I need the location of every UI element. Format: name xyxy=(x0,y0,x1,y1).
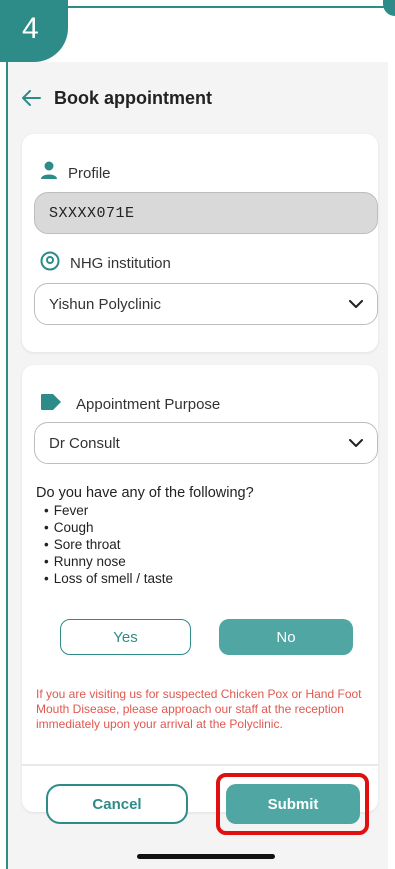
tutorial-frame-top xyxy=(68,6,386,8)
header: Book appointment xyxy=(8,70,388,126)
symptom-item: Cough xyxy=(44,519,376,536)
profile-label-row: Profile xyxy=(40,161,111,185)
purpose-card: Appointment Purpose Dr Consult Do you ha… xyxy=(22,365,378,812)
back-arrow-icon[interactable] xyxy=(20,87,42,109)
tag-icon xyxy=(40,393,62,416)
tutorial-frame-corner xyxy=(383,0,395,16)
purpose-selected-value: Dr Consult xyxy=(49,434,120,452)
submit-button[interactable]: Submit xyxy=(226,784,360,824)
symptom-item: Fever xyxy=(44,502,376,519)
institution-label-row: NHG institution xyxy=(40,251,171,276)
app-screen: Book appointment Profile SXXXX071E NHG i… xyxy=(8,62,388,869)
warning-notice: If you are visiting us for suspected Chi… xyxy=(36,687,362,731)
symptom-list: Fever Cough Sore throat Runny nose Loss … xyxy=(36,502,376,587)
profile-field: SXXXX071E xyxy=(34,192,378,234)
person-icon xyxy=(40,161,58,185)
step-badge: 4 xyxy=(0,0,68,62)
home-indicator xyxy=(137,854,275,859)
institution-selected-value: Yishun Polyclinic xyxy=(49,295,161,313)
screening-question-block: Do you have any of the following? Fever … xyxy=(36,485,376,587)
screening-question: Do you have any of the following? xyxy=(36,485,254,501)
symptom-item: Sore throat xyxy=(44,536,376,553)
profile-label: Profile xyxy=(68,164,111,182)
location-pin-icon xyxy=(40,251,60,276)
purpose-select[interactable]: Dr Consult xyxy=(34,422,378,464)
institution-select[interactable]: Yishun Polyclinic xyxy=(34,283,378,325)
cancel-button[interactable]: Cancel xyxy=(46,784,188,824)
profile-card: Profile SXXXX071E NHG institution Yishun… xyxy=(22,134,378,352)
chevron-down-icon xyxy=(349,296,363,313)
no-button[interactable]: No xyxy=(219,619,353,655)
section-divider xyxy=(22,764,378,766)
purpose-label: Appointment Purpose xyxy=(76,396,221,413)
chevron-down-icon xyxy=(349,435,363,452)
page-title: Book appointment xyxy=(54,87,212,108)
yes-button[interactable]: Yes xyxy=(60,619,191,655)
purpose-label-row: Appointment Purpose xyxy=(40,393,220,416)
symptom-item: Loss of smell / taste xyxy=(44,570,376,587)
institution-label: NHG institution xyxy=(70,255,171,272)
symptom-item: Runny nose xyxy=(44,553,376,570)
